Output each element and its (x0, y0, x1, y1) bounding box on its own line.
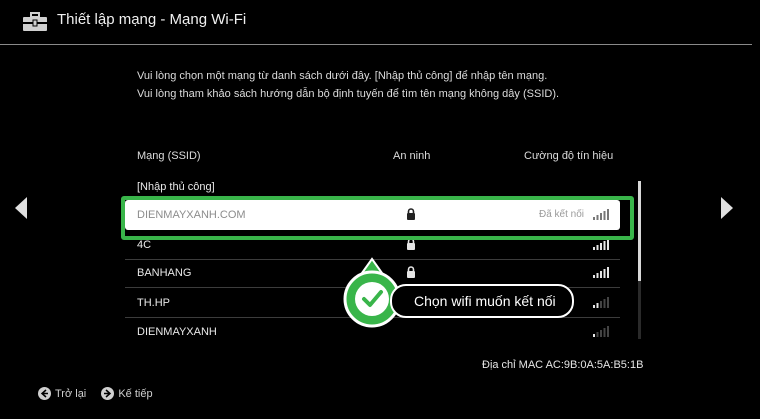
lock-icon (407, 208, 415, 220)
network-row-dienmayxanh-com[interactable]: DIENMAYXANH.COM Đã kết nối (125, 200, 620, 230)
page-title: Thiết lập mạng - Mạng Wi-Fi (57, 11, 247, 28)
footer-controls: Trở lại Kế tiếp (38, 387, 165, 403)
next-label: Kế tiếp (118, 387, 153, 400)
lock-icon (407, 266, 415, 278)
arrow-left-icon[interactable] (15, 197, 27, 219)
manual-entry-item[interactable]: [Nhập thủ công] (125, 172, 620, 202)
next-arrow-icon (101, 387, 115, 400)
column-header-ssid: Mạng (SSID) (137, 150, 201, 162)
manual-entry-label: [Nhập thủ công] (137, 181, 215, 193)
signal-strength-icon (593, 326, 609, 337)
back-button[interactable]: Trở lại (38, 387, 86, 400)
network-ssid: DIENMAYXANH.COM (137, 209, 246, 221)
network-ssid: DIENMAYXANH (137, 326, 217, 338)
network-ssid: TH.HP (137, 297, 170, 309)
column-header-security: An ninh (393, 150, 431, 162)
column-header-signal: Cường độ tín hiệu (524, 150, 614, 162)
lock-icon (407, 238, 415, 250)
back-arrow-icon (38, 387, 51, 400)
toolbox-icon (23, 12, 47, 31)
signal-strength-icon (593, 297, 609, 308)
arrow-right-icon[interactable] (721, 197, 733, 219)
network-ssid: 4C (137, 239, 152, 251)
header-divider (0, 44, 752, 45)
callout-label: Chọn wifi muốn kết nối (390, 284, 574, 318)
instruction-line-1: Vui lòng chọn một mạng từ danh sách dưới… (137, 70, 548, 82)
header: Thiết lập mạng - Mạng Wi-Fi (0, 0, 760, 44)
connection-status: Đã kết nối (538, 209, 584, 220)
list-scrollbar[interactable] (638, 181, 641, 339)
signal-strength-icon (593, 209, 609, 220)
back-label: Trở lại (55, 387, 87, 400)
signal-strength-icon (593, 239, 609, 250)
instructions: Vui lòng chọn một mạng từ danh sách dưới… (137, 67, 559, 103)
signal-strength-icon (593, 267, 609, 278)
mac-address: Địa chỉ MAC AC:9B:0A:5A:B5:1B (482, 359, 644, 371)
scrollbar-thumb[interactable] (638, 181, 641, 281)
network-ssid: BANHANG (137, 267, 192, 279)
instruction-line-2: Vui lòng tham khảo sách hướng dẫn bộ địn… (137, 88, 560, 100)
next-button[interactable]: Kế tiếp (101, 387, 153, 400)
